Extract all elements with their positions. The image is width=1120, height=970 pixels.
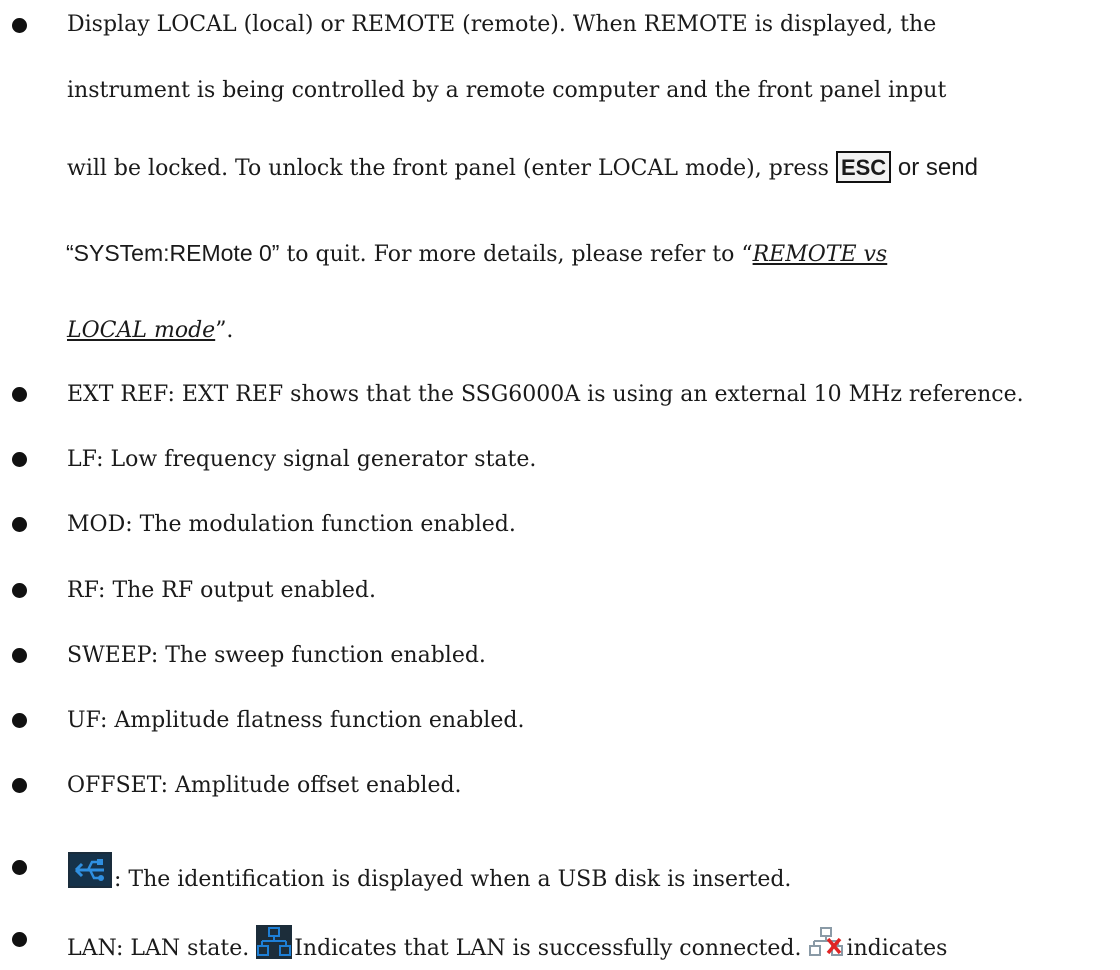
display-line-4: “SYSTem:REMote 0” to quit. For more deta…	[66, 238, 887, 270]
display-line-5: LOCAL mode”.	[67, 316, 233, 346]
display-line-1: Display LOCAL (local) or REMOTE (remote)…	[67, 12, 937, 37]
esc-key-label: ESC	[835, 151, 892, 183]
bullet-dot	[12, 583, 27, 598]
lan-line: LAN: LAN state. Indicates that LAN is su…	[67, 925, 947, 968]
rf-text: RF: The RF output enabled.	[67, 578, 376, 603]
display-line-3-text: will be locked. To unlock the front pane…	[67, 156, 836, 181]
bullet-dot	[12, 517, 27, 532]
bullet-dot	[12, 778, 27, 793]
bullet-dot	[12, 648, 27, 663]
usb-line: : The identification is displayed when a…	[68, 852, 791, 897]
lan-disconnected-icon	[808, 925, 845, 968]
lan-prefix: LAN: LAN state.	[67, 936, 257, 961]
usb-text: : The identification is displayed when a…	[114, 867, 792, 892]
scpi-command: “SYSTem:REMote 0”	[66, 240, 280, 266]
lan-connected-text: Indicates that LAN is successfully conne…	[294, 936, 809, 961]
display-line-4-text: to quit. For more details, please refer …	[279, 242, 753, 267]
remote-vs-local-link[interactable]: REMOTE vs	[753, 242, 888, 267]
remote-vs-local-link-cont[interactable]: LOCAL mode	[67, 318, 215, 343]
usb-icon	[68, 852, 112, 897]
bullet-dot	[12, 932, 27, 947]
offset-text: OFFSET: Amplitude offset enabled.	[67, 773, 462, 798]
sweep-text: SWEEP: The sweep function enabled.	[67, 643, 486, 668]
lan-connected-icon	[256, 925, 293, 968]
bullet-dot	[12, 860, 27, 875]
bullet-dot	[12, 18, 27, 33]
bullet-dot	[12, 713, 27, 728]
link-close-quote: ”.	[215, 318, 234, 343]
lan-disconnected-text: indicates	[846, 936, 948, 961]
uf-text: UF: Amplitude flatness function enabled.	[67, 708, 525, 733]
mod-text: MOD: The modulation function enabled.	[67, 512, 516, 537]
bullet-dot	[12, 387, 27, 402]
send-label: or send	[891, 154, 978, 181]
display-line-3: will be locked. To unlock the front pane…	[67, 151, 978, 184]
bullet-dot	[12, 452, 27, 467]
document-page: Display LOCAL (local) or REMOTE (remote)…	[0, 0, 1120, 970]
display-line-2: instrument is being controlled by a remo…	[67, 78, 947, 103]
ext-ref-text: EXT REF: EXT REF shows that the SSG6000A…	[67, 382, 1024, 407]
lf-text: LF: Low frequency signal generator state…	[67, 447, 537, 472]
